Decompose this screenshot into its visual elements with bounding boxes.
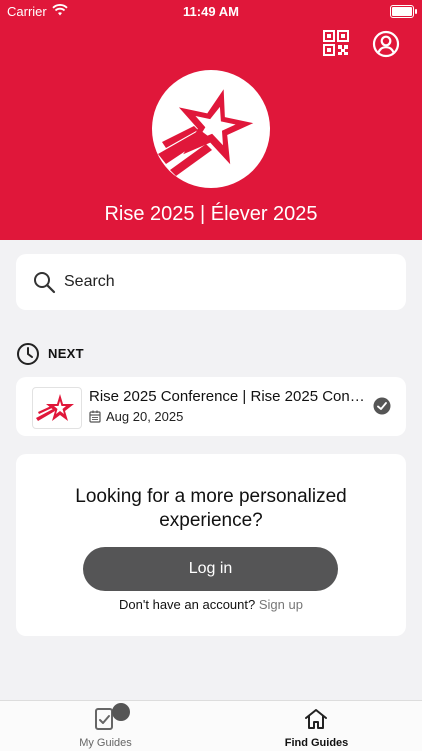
clock-icon: [17, 343, 39, 365]
login-promo-card: Looking for a more personalized experien…: [16, 454, 406, 636]
status-time: 11:49 AM: [183, 4, 239, 19]
qr-code-icon[interactable]: [323, 30, 349, 56]
guide-card[interactable]: Rise 2025 Conference | Rise 2025 Confére…: [16, 377, 406, 436]
header-banner: Carrier 11:49 AM Rise 2025 | Élever 2025: [0, 0, 422, 240]
next-label: NEXT: [48, 346, 84, 361]
no-account-text: Don't have an account?: [119, 597, 256, 612]
calendar-icon: [89, 410, 101, 423]
tab-find-guides[interactable]: Find Guides: [211, 701, 422, 751]
checkmark-circle-icon: [373, 397, 391, 415]
guide-date: Aug 20, 2025: [106, 409, 184, 424]
tab-bar: My Guides Find Guides: [0, 700, 422, 751]
log-in-button[interactable]: Log in: [83, 547, 338, 591]
tab-my-guides[interactable]: My Guides: [0, 701, 211, 751]
home-icon: [305, 709, 327, 729]
tab-label-find-guides: Find Guides: [284, 737, 349, 749]
promo-message: Looking for a more personalized experien…: [75, 486, 347, 531]
signup-row: Don't have an account? Sign up: [16, 597, 406, 612]
sign-up-link[interactable]: Sign up: [259, 597, 303, 612]
event-title: Rise 2025 | Élever 2025: [104, 203, 318, 225]
search-icon: [34, 272, 56, 294]
star-logo-icon: [36, 394, 74, 421]
notification-badge: [112, 703, 130, 721]
guide-title: Rise 2025 Conference | Rise 2025 Confére…: [89, 388, 367, 405]
status-bar: Carrier 11:49 AM: [0, 0, 422, 24]
battery-icon: [390, 5, 417, 18]
event-logo: [152, 70, 270, 188]
tab-label-my-guides: My Guides: [79, 737, 132, 749]
search-placeholder: Search: [64, 273, 115, 290]
user-circle-icon[interactable]: [372, 30, 400, 58]
star-logo-icon: [158, 89, 254, 176]
search-bar[interactable]: Search: [16, 254, 406, 310]
guide-thumbnail: [32, 387, 82, 429]
